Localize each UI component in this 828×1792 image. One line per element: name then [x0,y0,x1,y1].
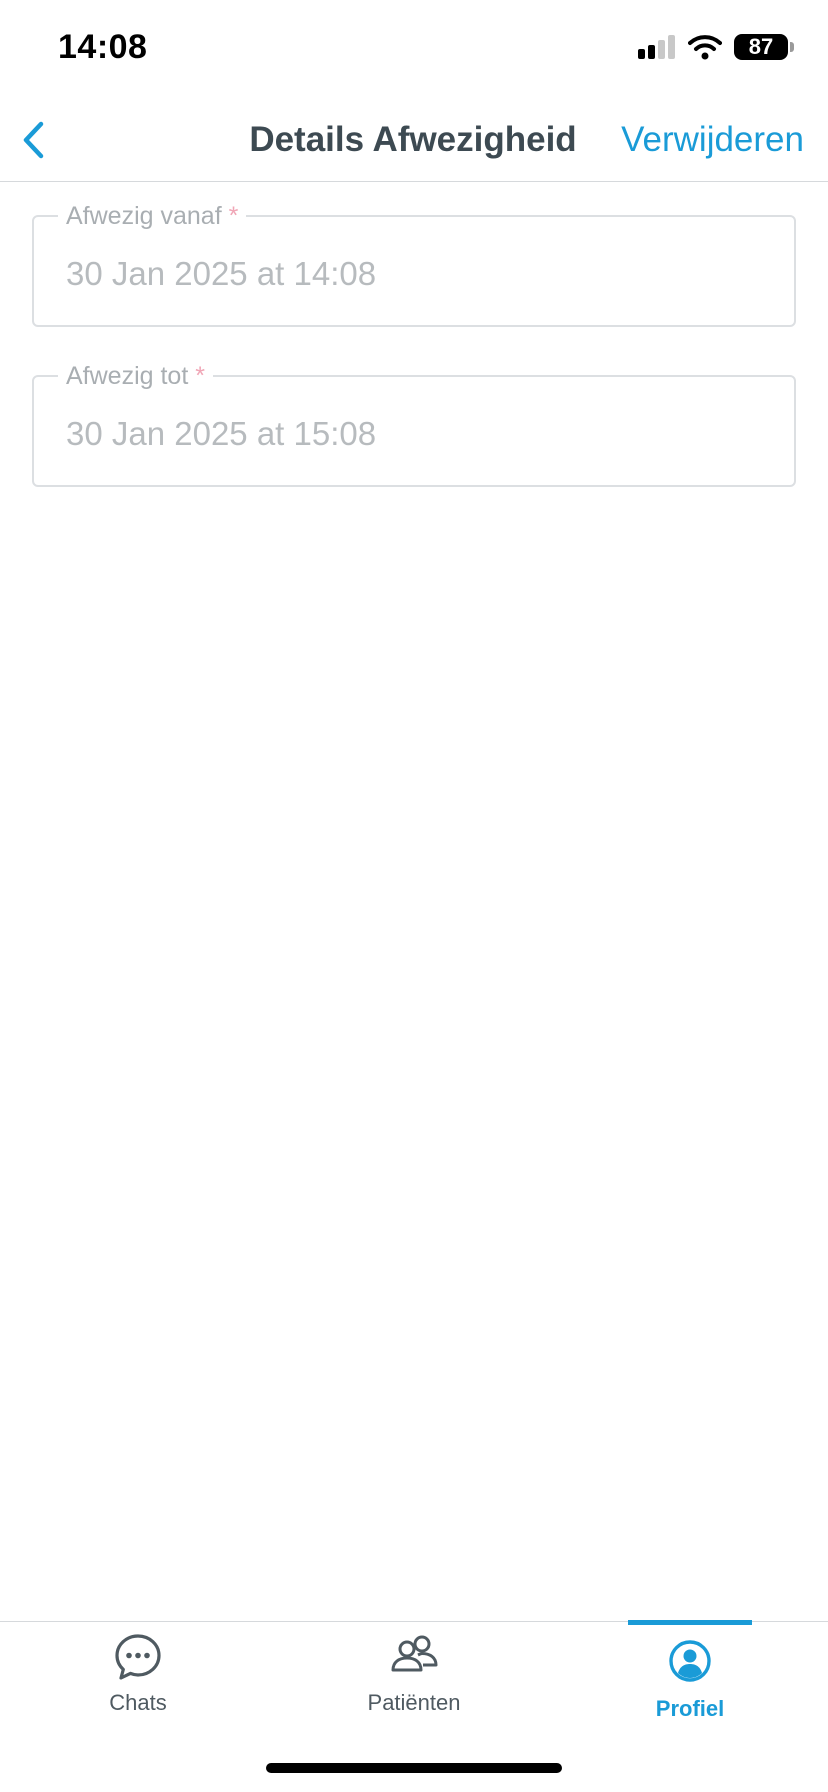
tab-chats-label: Chats [109,1690,167,1715]
absent-until-label-text: Afwezig tot [66,362,189,390]
delete-button[interactable]: Verwijderen [621,120,804,160]
wifi-icon [688,35,722,60]
status-bar: 14:08 87 [0,0,828,100]
absent-from-value: 30 Jan 2025 at 14:08 [66,255,377,292]
required-marker: * [195,362,205,390]
users-icon [391,1635,438,1672]
battery-icon: 87 [734,34,788,60]
absent-from-label: Afwezig vanaf * [58,201,247,231]
chevron-left-icon [23,121,44,159]
absent-from-label-text: Afwezig vanaf [66,202,222,230]
chat-bubble-icon [115,1634,161,1680]
absent-until-field[interactable]: Afwezig tot * 30 Jan 2025 at 15:08 [32,361,796,487]
tab-patients-label: Patiënten [367,1690,461,1715]
tab-profile[interactable]: Profiel [552,1620,828,1742]
signal-icon [638,35,675,59]
navigation-bar: Details Afwezigheid Verwijderen [0,100,828,182]
active-tab-indicator [628,1620,752,1625]
page-title: Details Afwezigheid [249,120,577,159]
back-button[interactable] [10,114,56,166]
user-circle-icon [669,1640,711,1682]
absent-from-field[interactable]: Afwezig vanaf * 30 Jan 2025 at 14:08 [32,201,796,327]
tab-patients[interactable]: Patiënten [276,1622,552,1742]
status-time: 14:08 [58,28,148,66]
absent-until-value: 30 Jan 2025 at 15:08 [66,415,377,452]
status-icons: 87 [638,34,794,60]
required-marker: * [228,202,239,230]
tab-chats[interactable]: Chats [0,1622,276,1742]
tab-profile-label: Profiel [655,1696,725,1721]
battery-tip [790,42,794,52]
absent-until-label: Afwezig tot * [58,361,213,391]
battery-level: 87 [748,34,774,59]
home-indicator [266,1763,562,1773]
